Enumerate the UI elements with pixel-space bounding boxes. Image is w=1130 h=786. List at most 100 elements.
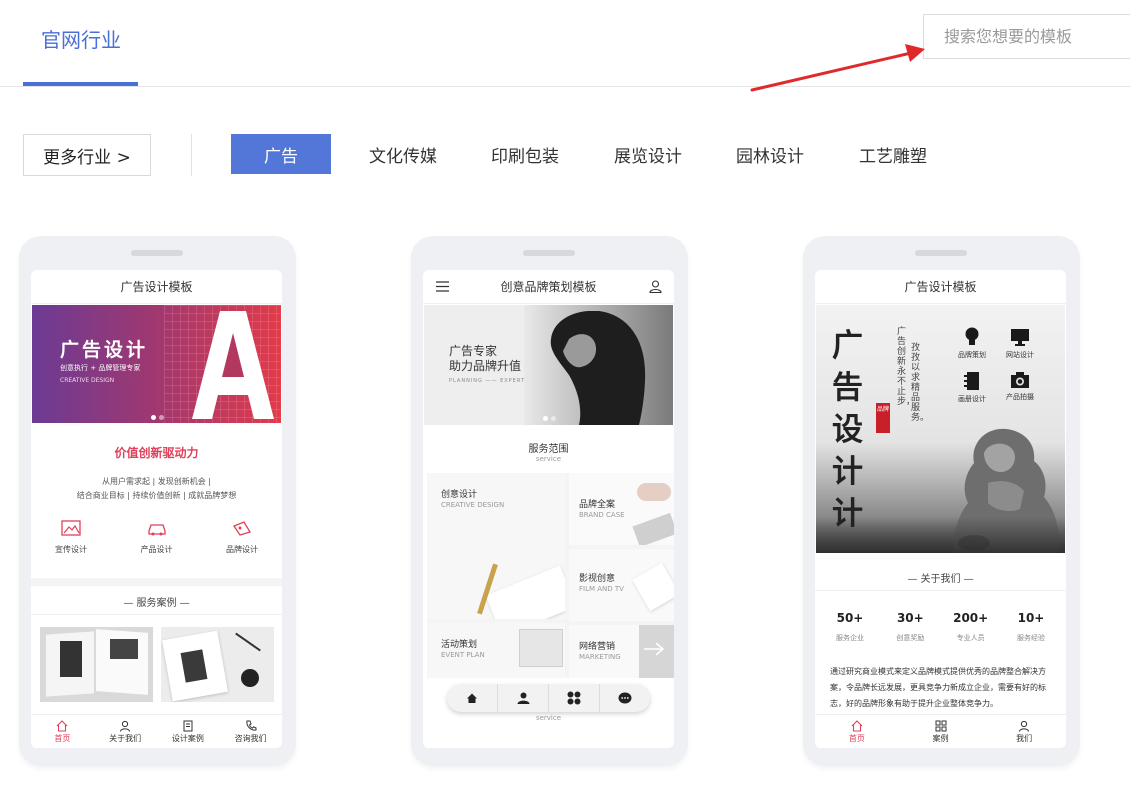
nav-label: 设计案例 bbox=[171, 734, 204, 743]
brochure-photo bbox=[60, 641, 82, 677]
tile-title: 创意设计 bbox=[441, 490, 478, 500]
user-icon[interactable] bbox=[649, 280, 662, 293]
user-icon bbox=[120, 720, 131, 732]
service-label: 产品设计 bbox=[140, 545, 173, 554]
category-culture-media[interactable]: 文化传媒 bbox=[354, 134, 452, 174]
nav-home[interactable]: 首页 bbox=[815, 715, 899, 748]
template-title: 创意品牌策划模板 bbox=[423, 270, 674, 304]
service-tile[interactable]: 网络营销 MARKETING bbox=[569, 625, 674, 678]
template-card-brand-planning[interactable]: 创意品牌策划模板 广告专家 助力品牌升值 PLANNING —— EXPERT … bbox=[411, 236, 688, 766]
carousel-dot[interactable] bbox=[151, 415, 156, 420]
laptop-image bbox=[632, 512, 674, 545]
poster-icon-item: 品牌策划 bbox=[950, 327, 994, 360]
service-icons-row: 宣传设计 产品设计 品牌设计 bbox=[41, 520, 272, 555]
stat-item: 50+ 服务企业 bbox=[820, 611, 880, 643]
poster-icon-item: 产品拍摄 bbox=[998, 371, 1042, 402]
footer-section-subtitle: service bbox=[535, 714, 562, 722]
tile-subtitle: EVENT PLAN bbox=[441, 651, 485, 659]
nav-about[interactable]: 我们 bbox=[982, 715, 1066, 748]
category-exhibition-design[interactable]: 展览设计 bbox=[599, 134, 697, 174]
poster-icon-label: 画册设计 bbox=[958, 395, 986, 403]
service-grid: 创意设计 CREATIVE DESIGN 品牌全案 BRAND CASE 影视创… bbox=[427, 473, 674, 678]
banner-english: PLANNING —— EXPERT bbox=[449, 378, 526, 384]
poster-vertical-text-1: 广告创新永不止步， bbox=[897, 327, 916, 407]
phone-speaker bbox=[523, 250, 575, 256]
tile-subtitle: BRAND CASE bbox=[579, 511, 625, 519]
brochure-photo bbox=[110, 639, 138, 659]
category-craft-sculpture[interactable]: 工艺雕塑 bbox=[844, 134, 942, 174]
active-tab-indicator bbox=[23, 82, 138, 86]
case-thumbnail[interactable] bbox=[40, 627, 153, 702]
section-title: 服务范围 bbox=[528, 444, 569, 455]
pen bbox=[235, 632, 261, 652]
chat-icon bbox=[618, 692, 632, 703]
monitor-icon bbox=[1011, 329, 1029, 346]
template-card-ad-design[interactable]: 广告设计模板 广告设计 创意执行 + 品牌管理专家 CREATIVE DESIG… bbox=[19, 236, 296, 766]
stat-value: 10+ bbox=[1017, 611, 1045, 625]
nav-label: 关于我们 bbox=[109, 734, 142, 743]
description-line-1: 从用户需求起 | 发现创新机会 | bbox=[101, 477, 212, 486]
service-item[interactable]: 品牌设计 bbox=[212, 520, 272, 555]
home-icon bbox=[851, 720, 863, 732]
nav-home[interactable] bbox=[447, 684, 497, 712]
tablet-image bbox=[632, 562, 674, 612]
nav-contact[interactable]: 咨询我们 bbox=[219, 715, 282, 748]
search-box[interactable] bbox=[923, 14, 1130, 59]
monitor-image bbox=[519, 629, 563, 667]
stat-item: 10+ 服务经验 bbox=[1001, 611, 1061, 643]
category-garden-design[interactable]: 园林设计 bbox=[721, 134, 819, 174]
arrow-right-icon bbox=[644, 642, 665, 656]
service-tile[interactable]: 影视创意 FILM AND TV bbox=[569, 549, 674, 621]
grid-icon bbox=[567, 691, 581, 705]
about-paragraph: 通过研究商业模式来定义品牌模式提供优秀的品牌整合解决方案，令品牌长远发展，更具竞… bbox=[830, 667, 1046, 708]
service-label: 宣传设计 bbox=[55, 545, 87, 554]
tile-subtitle: MARKETING bbox=[579, 653, 621, 661]
nav-apps[interactable] bbox=[548, 684, 599, 712]
tab-official-industry[interactable]: 官网行业 bbox=[23, 0, 138, 86]
nav-about[interactable]: 关于我们 bbox=[94, 715, 157, 748]
service-tile[interactable]: 活动策划 EVENT PLAN bbox=[427, 623, 565, 678]
more-industries-button[interactable]: 更多行业 > bbox=[23, 134, 151, 176]
nav-home[interactable]: 首页 bbox=[31, 715, 94, 748]
heading-divider bbox=[31, 614, 282, 615]
service-label: 品牌设计 bbox=[226, 545, 258, 554]
category-advertising[interactable]: 广告 bbox=[231, 134, 331, 174]
stat-label: 服务企业 bbox=[836, 634, 864, 642]
phone-speaker bbox=[915, 250, 967, 256]
service-tile[interactable]: 创意设计 CREATIVE DESIGN bbox=[427, 473, 565, 619]
carousel-dot[interactable] bbox=[159, 415, 164, 420]
service-item[interactable]: 产品设计 bbox=[127, 520, 187, 555]
user-icon bbox=[1019, 720, 1030, 732]
bottom-navigation: 首页 案例 我们 bbox=[815, 714, 1066, 748]
section-separator bbox=[31, 578, 282, 586]
nav-label: 首页 bbox=[848, 734, 865, 743]
nav-messages[interactable] bbox=[599, 684, 650, 712]
tile-subtitle: CREATIVE DESIGN bbox=[441, 501, 505, 509]
service-item[interactable]: 宣传设计 bbox=[41, 520, 101, 555]
nav-cases[interactable]: 案例 bbox=[899, 715, 983, 748]
floating-navigation bbox=[447, 684, 650, 712]
banner-image: 广告设计 创意执行 + 品牌管理专家 CREATIVE DESIGN bbox=[32, 305, 281, 423]
poster-icon-label: 品牌策划 bbox=[958, 351, 986, 359]
description-line-2: 结合商业目标 | 持续价值创新 | 成就品牌梦想 bbox=[76, 491, 237, 500]
nav-cases[interactable]: 设计案例 bbox=[157, 715, 220, 748]
stat-value: 30+ bbox=[896, 611, 924, 625]
stat-item: 30+ 创意奖励 bbox=[880, 611, 940, 643]
category-printing-packaging[interactable]: 印刷包装 bbox=[476, 134, 574, 174]
service-tile[interactable]: 品牌全案 BRAND CASE bbox=[569, 473, 674, 545]
phone-screen: 广告设计模板 广告设计计 品牌 广告创新永不止步， 孜孜以求精品服务。 品牌策划… bbox=[815, 270, 1066, 748]
poster-icon-item: 画册设计 bbox=[950, 371, 994, 404]
car-icon bbox=[147, 524, 166, 536]
tile-title: 品牌全案 bbox=[579, 500, 616, 510]
nav-profile[interactable] bbox=[497, 684, 548, 712]
template-card-ad-design-2[interactable]: 广告设计模板 广告设计计 品牌 广告创新永不止步， 孜孜以求精品服务。 品牌策划… bbox=[803, 236, 1080, 766]
menu-icon[interactable] bbox=[436, 281, 449, 292]
stats-row: 50+ 服务企业 30+ 创意奖励 200+ 专业人员 10+ 服务经验 bbox=[820, 611, 1061, 643]
carousel-dot[interactable] bbox=[543, 416, 548, 421]
case-thumbnail[interactable] bbox=[161, 627, 274, 702]
carousel-dot[interactable] bbox=[551, 416, 556, 421]
search-input[interactable] bbox=[924, 15, 1124, 58]
document-icon bbox=[183, 720, 193, 732]
banner-english: CREATIVE DESIGN bbox=[60, 377, 115, 384]
heading-divider bbox=[815, 590, 1066, 591]
